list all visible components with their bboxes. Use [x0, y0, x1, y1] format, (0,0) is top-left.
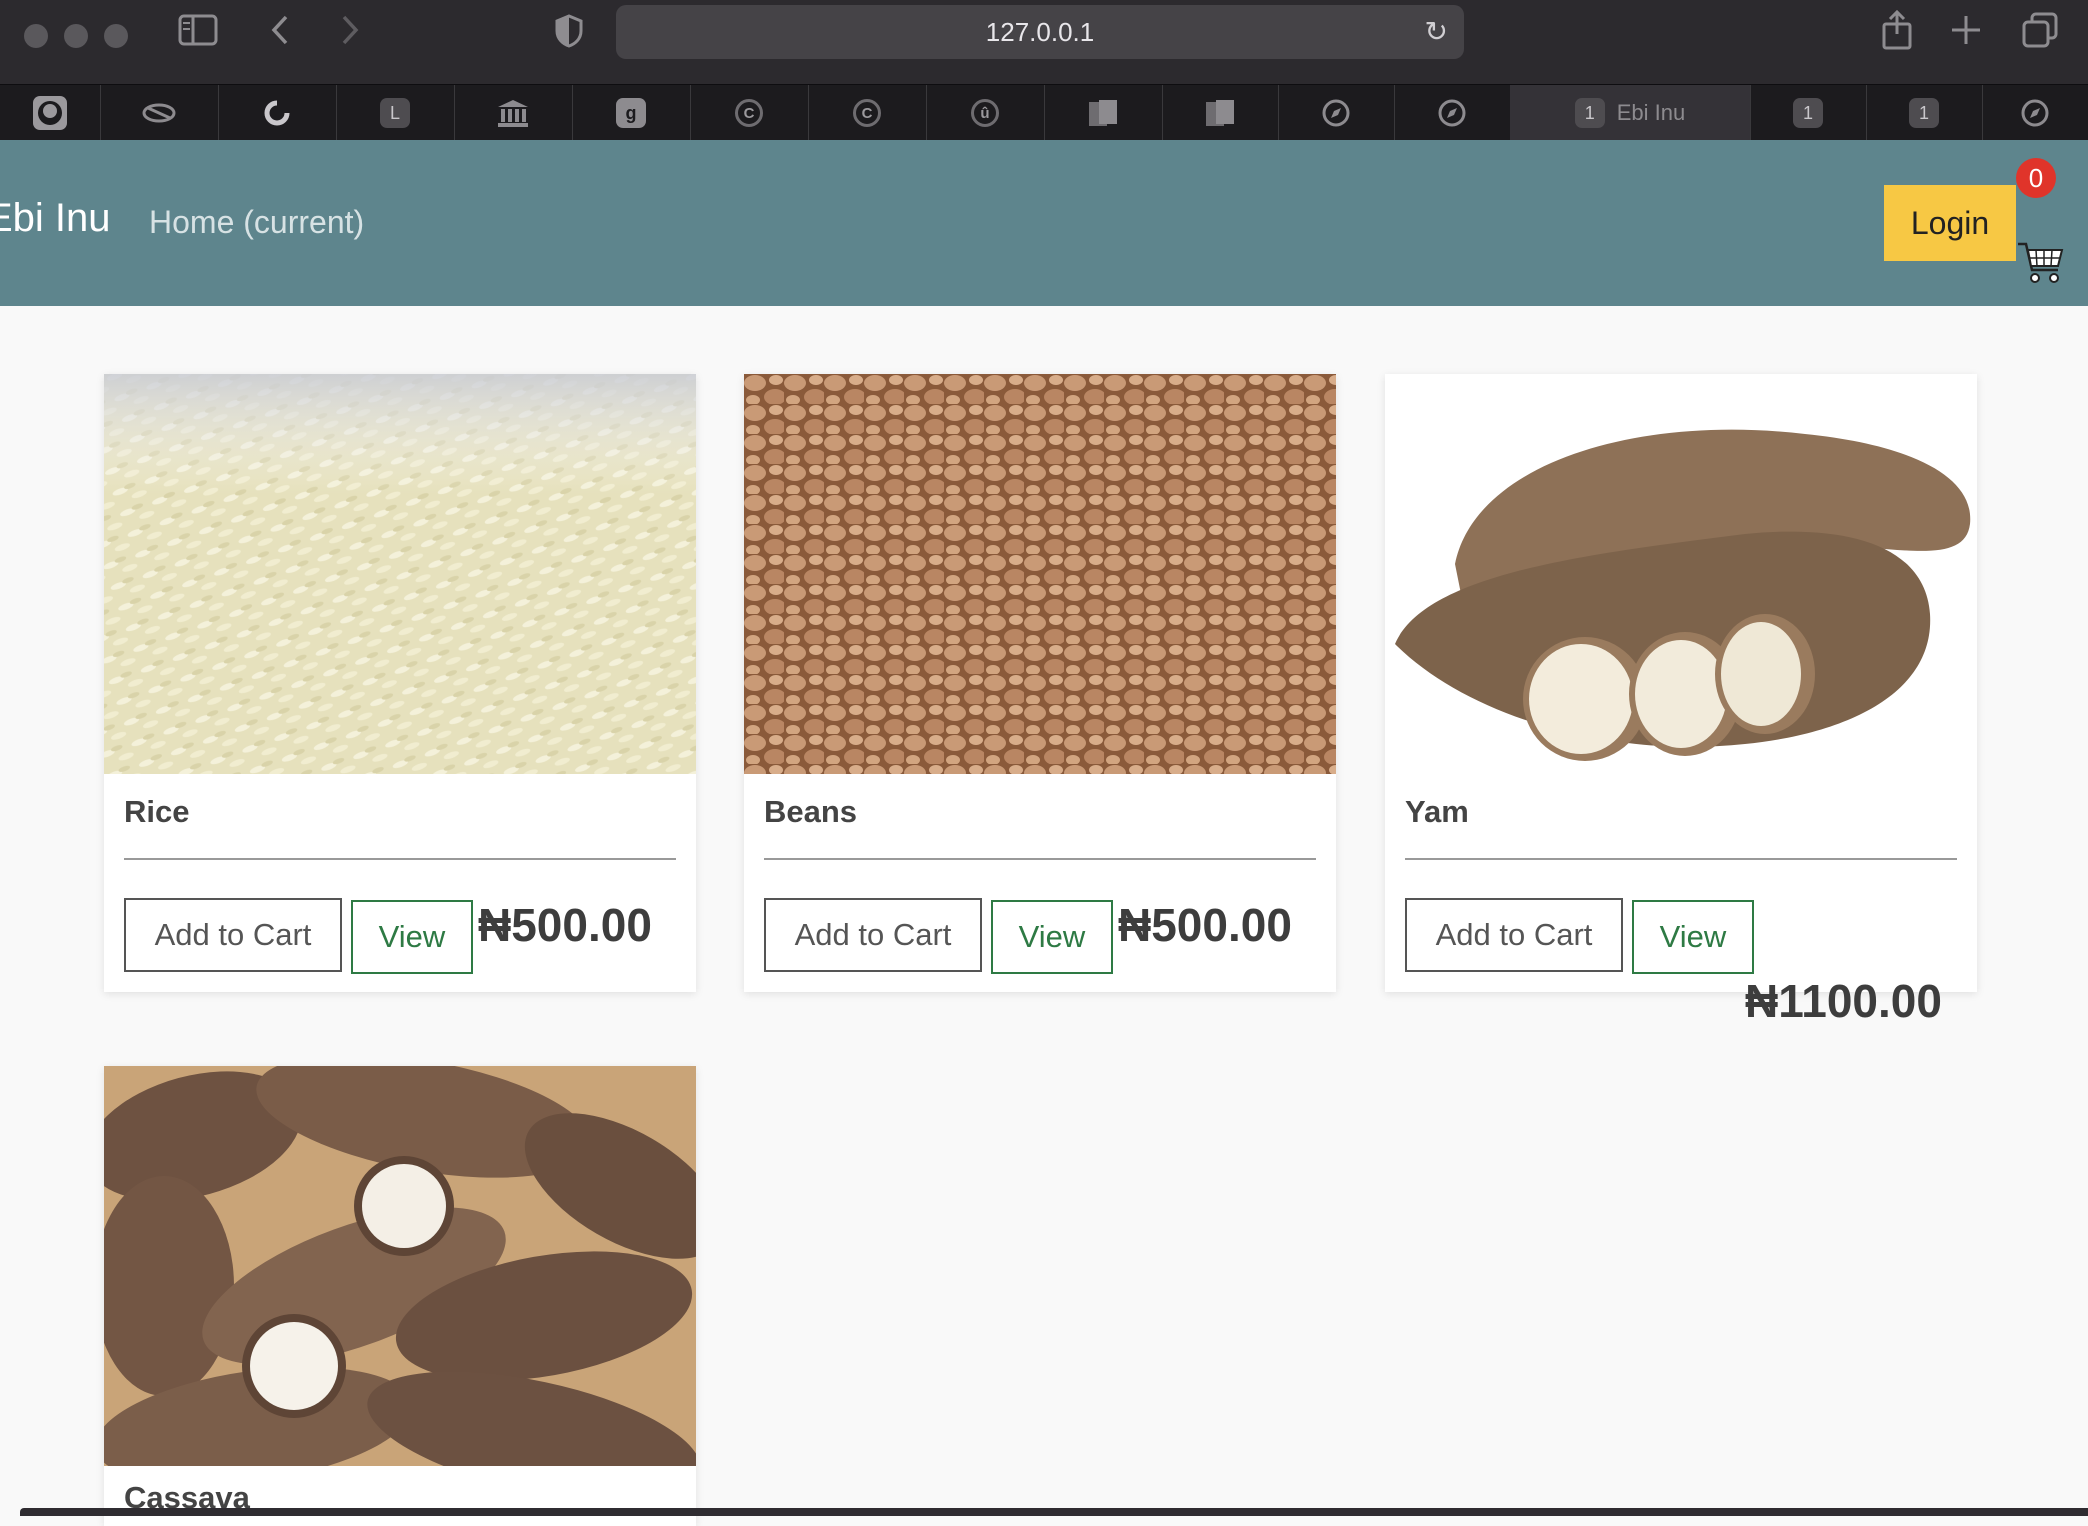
- cart-count-badge: 0: [2016, 158, 2056, 198]
- product-card-cassava: Cassava: [104, 1066, 696, 1526]
- product-name: Rice: [124, 794, 190, 829]
- tab-number-icon: 1: [1909, 98, 1939, 128]
- product-card-beans: Beans Add to Cart View ₦500.00: [744, 374, 1336, 992]
- tab-circle-arrow[interactable]: [218, 85, 337, 141]
- tab-overview-icon[interactable]: [2022, 12, 2058, 48]
- tab-l[interactable]: L: [336, 85, 455, 141]
- add-to-cart-button[interactable]: Add to Cart: [124, 898, 342, 972]
- address-bar[interactable]: 127.0.0.1 ↻: [616, 5, 1464, 59]
- back-icon[interactable]: [268, 14, 292, 46]
- add-to-cart-button[interactable]: Add to Cart: [764, 898, 982, 972]
- view-button[interactable]: View: [991, 900, 1113, 974]
- product-name: Yam: [1405, 794, 1469, 829]
- tab-g[interactable]: g: [572, 85, 691, 141]
- login-button[interactable]: Login: [1884, 185, 2016, 261]
- privacy-shield-icon[interactable]: [554, 14, 584, 48]
- compass-icon: [1438, 99, 1466, 127]
- compass-icon: [2021, 99, 2049, 127]
- letter-l-icon: L: [380, 98, 410, 128]
- window-bottom-edge: [20, 1508, 2088, 1516]
- tab-u[interactable]: û: [926, 85, 1045, 141]
- g-square-icon: g: [616, 98, 646, 128]
- close-window-button[interactable]: [24, 24, 48, 48]
- tab-bank[interactable]: [454, 85, 573, 141]
- zoom-window-button[interactable]: [104, 24, 128, 48]
- tab-compass-1[interactable]: [1278, 85, 1395, 141]
- tab-title: Ebi Inu: [1616, 100, 1686, 125]
- product-price: ₦500.00: [1118, 899, 1292, 951]
- c-circle-icon: C: [735, 99, 763, 127]
- tab-compass-2[interactable]: [1394, 85, 1511, 141]
- tab-compass-3[interactable]: [1982, 85, 2088, 141]
- sidebar-toggle-icon[interactable]: [178, 14, 218, 46]
- bank-icon: [498, 100, 528, 127]
- forward-icon[interactable]: [338, 14, 362, 46]
- tab-number-icon: 1: [1574, 98, 1605, 128]
- tab-pages-1[interactable]: [1044, 85, 1163, 141]
- minimize-window-button[interactable]: [64, 24, 88, 48]
- share-icon[interactable]: [1880, 10, 1914, 50]
- u-shield-icon: û: [971, 99, 999, 127]
- browser-toolbar: 127.0.0.1 ↻: [0, 0, 2088, 84]
- tab-github[interactable]: [0, 85, 101, 141]
- tab-c-2[interactable]: C: [808, 85, 927, 141]
- reload-icon[interactable]: ↻: [1425, 5, 1448, 59]
- pill-icon: [142, 103, 176, 123]
- product-card-yam: Yam Add to Cart View ₦1100.00: [1385, 374, 1977, 1027]
- new-tab-icon[interactable]: [1950, 14, 1982, 46]
- site-navbar: Ebi Inu Home (current) 0 Login: [0, 140, 2088, 306]
- url-text: 127.0.0.1: [985, 17, 1095, 47]
- c-circle-icon: C: [853, 99, 881, 127]
- cassava-photo: [104, 1066, 696, 1466]
- beans-photo: [744, 374, 1336, 774]
- tab-pages-2[interactable]: [1162, 85, 1279, 141]
- yam-photo: [1385, 374, 1977, 774]
- compass-icon: [1322, 99, 1350, 127]
- tab-number-2[interactable]: 1: [1866, 85, 1983, 141]
- tab-bar: L g C C û 1 Ebi Inu 1 1: [0, 84, 2088, 141]
- pages-icon: [1089, 100, 1117, 126]
- rice-photo: [104, 374, 696, 774]
- product-price: ₦1100.00: [1745, 975, 1942, 1027]
- view-button[interactable]: View: [351, 900, 473, 974]
- add-to-cart-button[interactable]: Add to Cart: [1405, 898, 1623, 972]
- nav-home-link[interactable]: Home (current): [149, 204, 364, 241]
- view-button[interactable]: View: [1632, 900, 1754, 974]
- divider: [764, 858, 1316, 860]
- circle-arrow-icon: [264, 100, 290, 126]
- divider: [1405, 858, 1957, 860]
- github-icon: [33, 96, 67, 130]
- brand-logo[interactable]: Ebi Inu: [0, 196, 111, 241]
- pages-icon: [1206, 100, 1234, 126]
- tab-ebi-inu[interactable]: 1 Ebi Inu: [1510, 85, 1751, 141]
- tab-number-1[interactable]: 1: [1750, 85, 1867, 141]
- tab-number-icon: 1: [1793, 98, 1823, 128]
- tab-c-1[interactable]: C: [690, 85, 809, 141]
- product-name: Beans: [764, 794, 858, 829]
- product-price: ₦500.00: [478, 899, 652, 951]
- product-card-rice: Rice Add to Cart View ₦500.00: [104, 374, 696, 992]
- divider: [124, 858, 676, 860]
- shopping-cart-icon[interactable]: [2016, 240, 2064, 286]
- tab-pill[interactable]: [100, 85, 219, 141]
